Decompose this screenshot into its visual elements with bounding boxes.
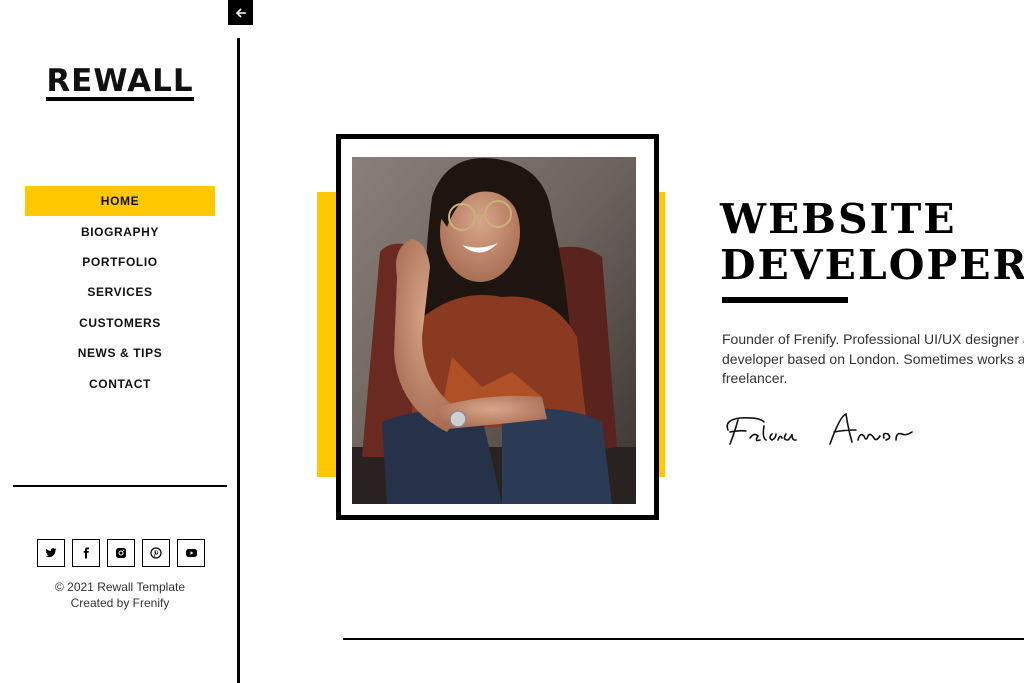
hero-photo — [352, 157, 636, 504]
hero-bio-line2: developer based on London. Sometimes wor… — [722, 350, 1024, 367]
nav-item-news-tips[interactable]: NEWS & TIPS — [25, 338, 215, 368]
content-divider — [343, 638, 1024, 640]
facebook-icon[interactable] — [72, 539, 100, 567]
nav-item-services[interactable]: SERVICES — [25, 277, 215, 307]
logo[interactable]: REWALL — [45, 66, 195, 102]
sidebar-divider — [13, 485, 227, 487]
nav-item-home[interactable]: HOME — [25, 186, 215, 217]
nav-item-portfolio[interactable]: PORTFOLIO — [25, 247, 215, 277]
copyright: © 2021 Rewall Template Created by Frenif… — [0, 580, 240, 611]
main-nav: HOME BIOGRAPHY PORTFOLIO SERVICES CUSTOM… — [25, 186, 215, 399]
twitter-icon[interactable] — [37, 539, 65, 567]
youtube-icon[interactable] — [177, 539, 205, 567]
signature — [720, 408, 920, 450]
sidebar-toggle-button[interactable] — [228, 0, 253, 25]
pinterest-icon[interactable] — [142, 539, 170, 567]
hero-title-line1: WEBSITE — [720, 195, 957, 243]
nav-item-customers[interactable]: CUSTOMERS — [25, 308, 215, 338]
logo-text: REWALL — [46, 63, 194, 99]
hero-title-line2: DEVELOPER — [720, 241, 1024, 289]
sidebar-border — [237, 38, 240, 683]
nav-item-biography[interactable]: BIOGRAPHY — [25, 216, 215, 246]
hero-bio: Founder of Frenify. Professional UI/UX d… — [722, 330, 1024, 389]
nav-item-contact[interactable]: CONTACT — [25, 368, 215, 398]
title-underline — [722, 297, 848, 303]
arrow-left-icon — [235, 7, 246, 18]
hero-bio-line3: freelancer. — [722, 370, 788, 386]
hero-title: WEBSITE DEVELOPER — [720, 196, 1024, 288]
credit-text: Created by Frenify — [70, 595, 170, 610]
hero-bio-line1: Founder of Frenify. Professional UI/UX d… — [722, 331, 1024, 347]
social-links — [37, 539, 205, 567]
sidebar: REWALL HOME BIOGRAPHY PORTFOLIO SERVICES… — [0, 0, 240, 683]
instagram-icon[interactable] — [107, 539, 135, 567]
copyright-text: © 2021 Rewall Template — [54, 580, 186, 594]
